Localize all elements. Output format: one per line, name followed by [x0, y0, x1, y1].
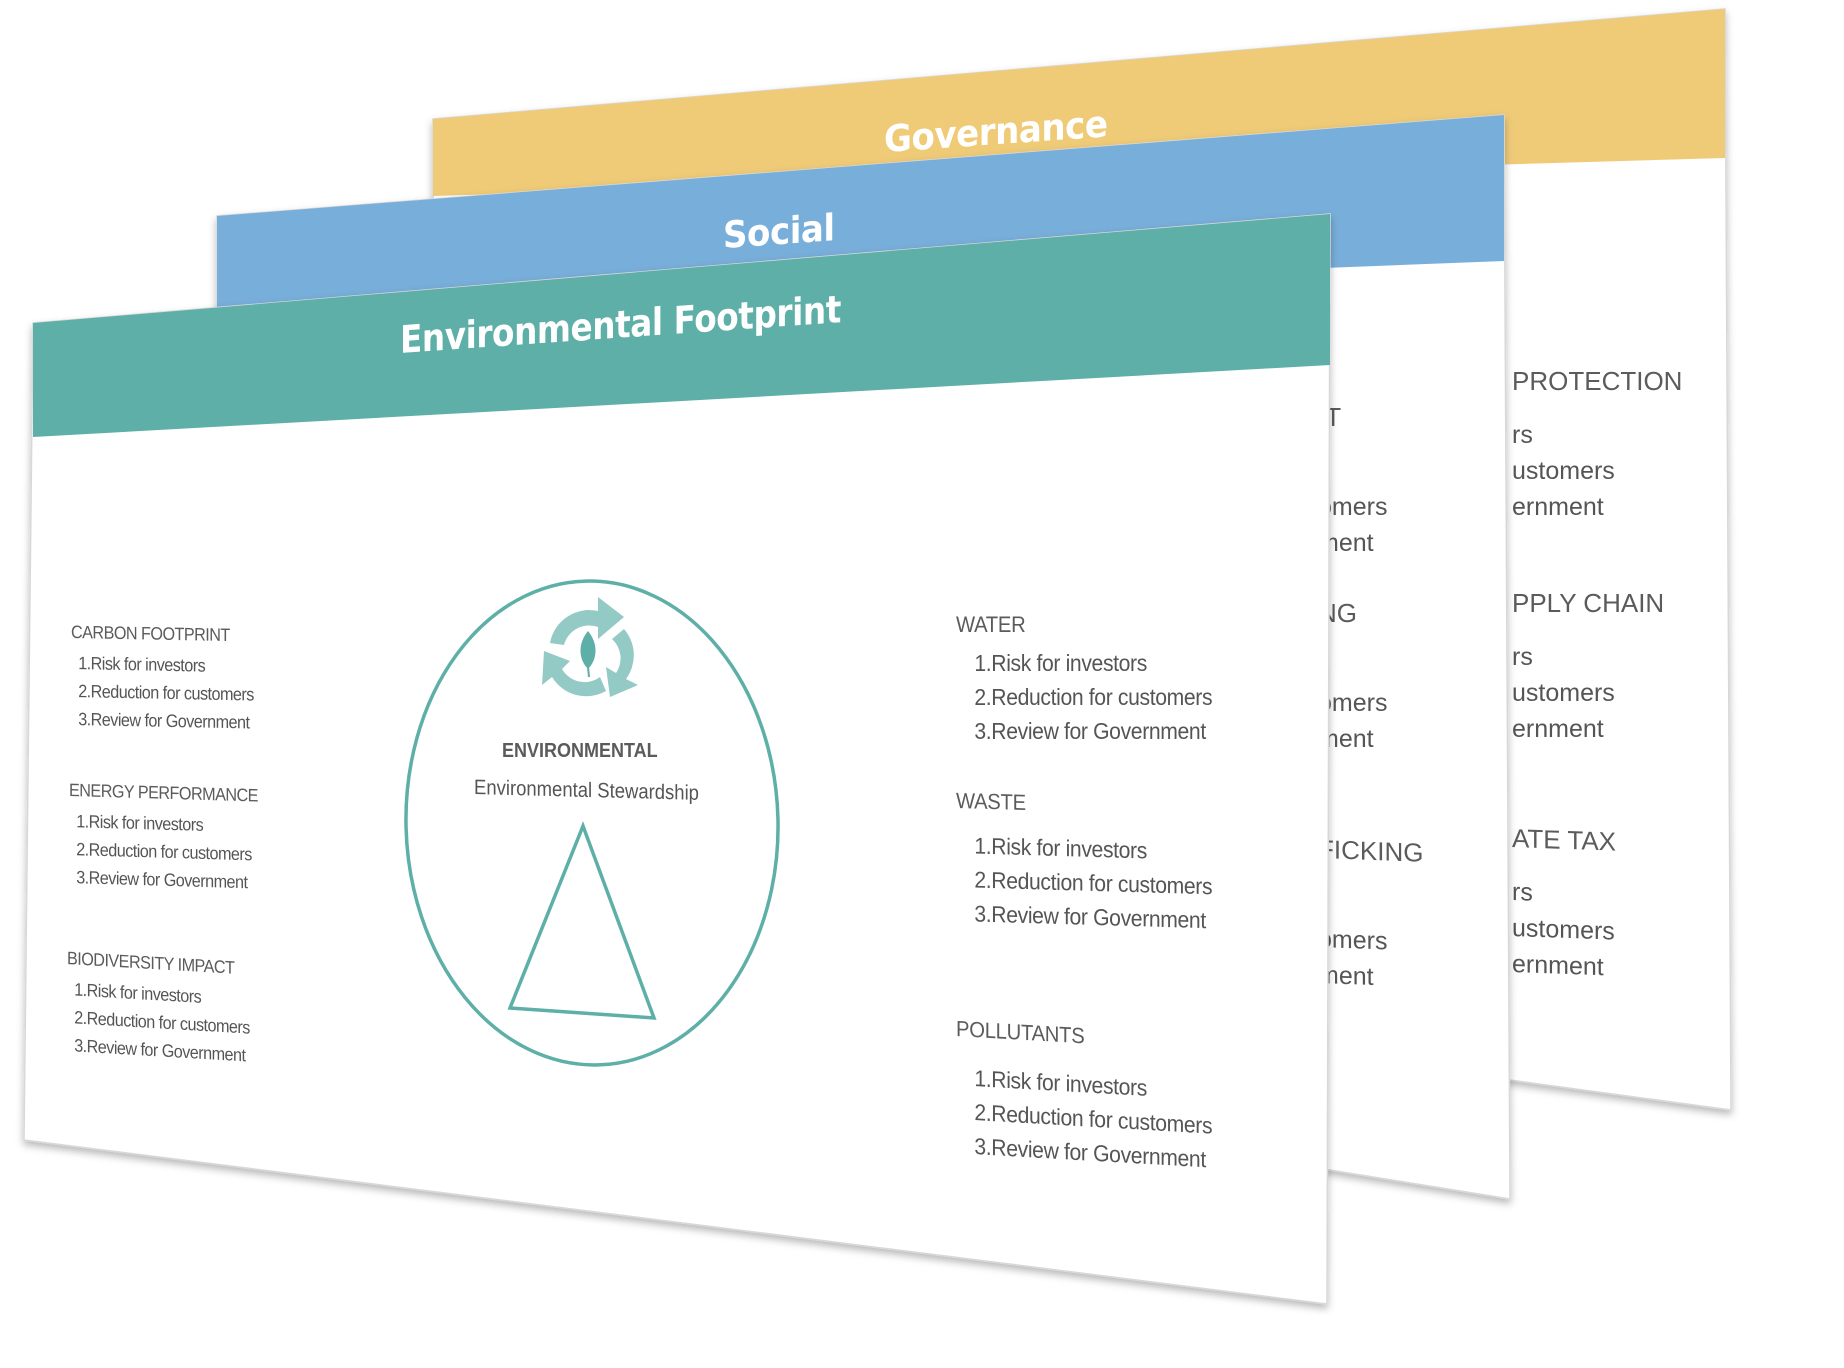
right-section-waste: WASTE 1.Risk for investors 2.Reduction f… — [956, 788, 1212, 937]
section-item: 1.Risk for investors — [78, 653, 206, 676]
section-item: 2.Reduction for customers — [78, 681, 254, 705]
right-section-water: WATER 1.Risk for investors 2.Reduction f… — [956, 612, 1213, 748]
section-item: 3.Review for Government — [78, 709, 250, 733]
left-section-carbon: CARBON FOOTPRINT 1.Risk for investors 2.… — [71, 622, 254, 737]
section-heading: CARBON FOOTPRINT — [71, 622, 230, 646]
section-item: 3.Review for Government — [974, 900, 1206, 934]
section-heading: WATER — [956, 612, 1026, 637]
section-item: 1.Risk for investors — [974, 650, 1147, 676]
section-item: 3.Review for Government — [76, 867, 248, 893]
center-label: ENVIRONMENTAL — [502, 740, 658, 762]
section-item: 2.Reduction for customers — [974, 684, 1213, 710]
left-section-energy: ENERGY PERFORMANCE 1.Risk for investors … — [69, 780, 258, 896]
left-section-biodiversity: BIODIVERSITY IMPACT 1.Risk for investors… — [67, 948, 250, 1070]
section-item: 3.Review for Government — [974, 718, 1206, 744]
section-heading: ENERGY PERFORMANCE — [69, 780, 258, 806]
environmental-card — [23, 213, 1331, 1305]
right-section-pollutants: POLLUTANTS 1.Risk for investors 2.Reduct… — [956, 1016, 1212, 1177]
